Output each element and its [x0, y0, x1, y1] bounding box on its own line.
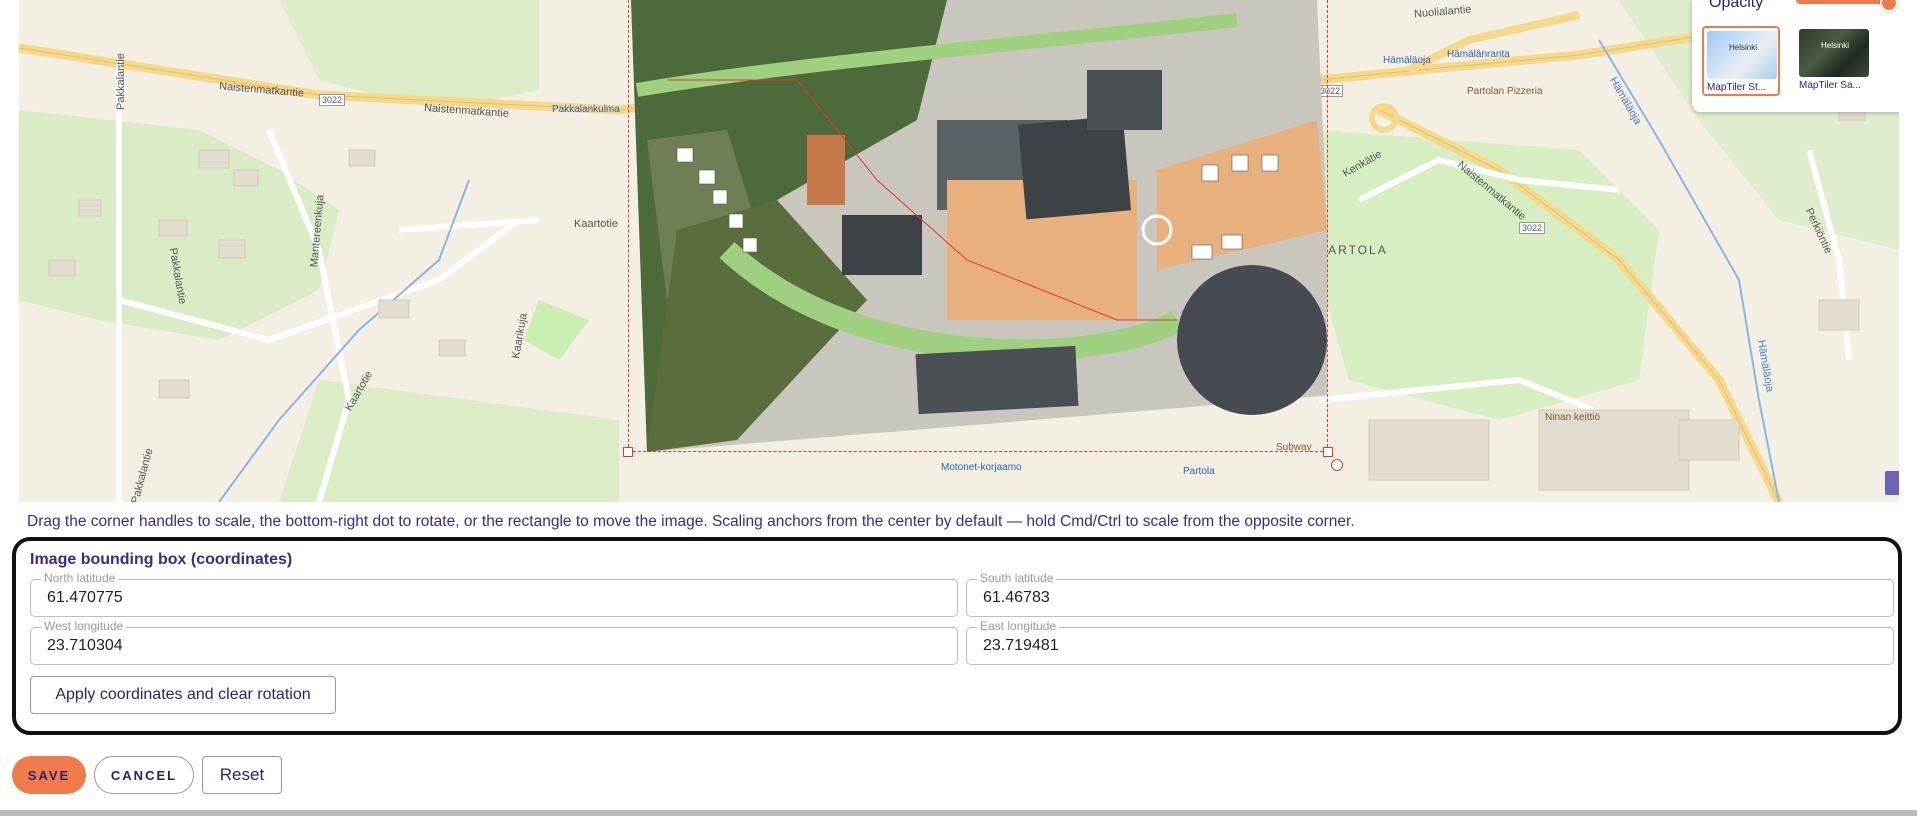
poi-restaurant[interactable]: Partolan Pizzeria	[1467, 86, 1543, 97]
instruction-text: Drag the corner handles to scale, the bo…	[27, 513, 1355, 530]
poi-restaurant[interactable]: Ninan keittiö	[1545, 412, 1600, 423]
opacity-slider-thumb[interactable]	[1880, 0, 1898, 12]
streets-thumbnail-text: Helsinki	[1729, 43, 1758, 52]
road-number-label: 3022	[319, 94, 346, 106]
north-latitude-label: North latitude	[41, 571, 119, 585]
layer-option-streets[interactable]: Helsinki MapTiler St...	[1702, 26, 1780, 96]
map-info-button[interactable]	[1885, 471, 1899, 495]
satellite-thumbnail-text: Helsinki	[1821, 41, 1850, 50]
road-label: Kaartotie	[574, 218, 619, 230]
layer-option-satellite[interactable]: Helsinki MapTiler Sa...	[1796, 26, 1874, 96]
poi-bus-stop[interactable]: Hämäläoja	[1383, 55, 1431, 66]
bounding-box-panel: Image bounding box (coordinates) North l…	[12, 537, 1902, 735]
west-longitude-label: West longitude	[41, 619, 127, 633]
west-longitude-field: West longitude	[30, 619, 958, 665]
opacity-label: Opacity	[1709, 0, 1764, 11]
streets-caption: MapTiler St...	[1707, 82, 1767, 93]
layer-switcher: Opacity Helsinki MapTiler St... Helsinki…	[1692, 0, 1899, 112]
north-latitude-field: North latitude	[30, 571, 958, 617]
overlay-image[interactable]	[617, 0, 1327, 452]
rotate-handle[interactable]	[1331, 459, 1343, 471]
south-latitude-label: South latitude	[977, 571, 1057, 585]
east-longitude-field: East longitude	[966, 619, 1894, 665]
district-label: PARTOLA	[1319, 243, 1388, 257]
poi-bus-stop[interactable]: Motonet-korjaamo	[941, 462, 1022, 473]
poi-bus-stop[interactable]: Partola	[1183, 466, 1215, 477]
road-number-label: 3022	[1519, 222, 1546, 234]
poi-bus-stop[interactable]: Hämälänranta	[1447, 49, 1510, 60]
poi-bus-stop[interactable]: Pakkalankulma	[552, 104, 620, 115]
east-longitude-label: East longitude	[977, 619, 1060, 633]
south-latitude-field: South latitude	[966, 571, 1894, 617]
streets-thumbnail: Helsinki	[1707, 31, 1777, 79]
bounding-box-title: Image bounding box (coordinates)	[30, 551, 293, 568]
map-canvas[interactable]: Naistenmatkantie Naistenmatkantie Naiste…	[19, 0, 1899, 502]
resize-handle-bottom-left[interactable]	[623, 447, 633, 457]
resize-handle-bottom-right[interactable]	[1323, 447, 1333, 457]
road-label: Pakkalantie	[115, 53, 127, 110]
reset-button[interactable]: Reset	[202, 756, 282, 794]
east-longitude-input[interactable]	[981, 636, 1819, 656]
south-latitude-input[interactable]	[981, 588, 1819, 608]
satellite-caption: MapTiler Sa...	[1799, 80, 1861, 91]
west-longitude-input[interactable]	[45, 636, 883, 656]
satellite-thumbnail: Helsinki	[1799, 29, 1869, 77]
apply-coordinates-button[interactable]: Apply coordinates and clear rotation	[30, 676, 336, 714]
bottom-edge	[0, 810, 1917, 816]
cancel-button[interactable]: CANCEL	[94, 756, 194, 794]
save-button[interactable]: SAVE	[12, 756, 86, 794]
north-latitude-input[interactable]	[45, 588, 883, 608]
